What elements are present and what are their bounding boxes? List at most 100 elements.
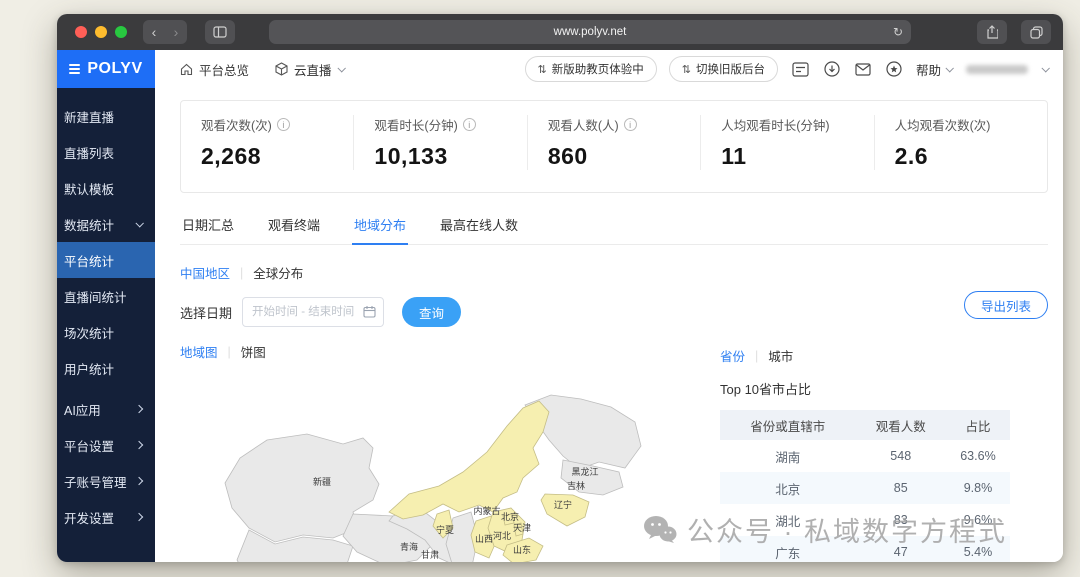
sidebar: 新建直播直播列表默认模板数据统计平台统计直播间统计场次统计用户统计 AI应用平台设… <box>57 88 155 562</box>
sidebar-item-用户统计[interactable]: 用户统计 <box>57 350 155 386</box>
stat-value: 11 <box>721 143 873 170</box>
tab-地域分布[interactable]: 地域分布 <box>352 209 408 245</box>
region-option-全球分布[interactable]: 全球分布 <box>253 263 303 282</box>
table-header: 省份或直辖市 <box>720 410 856 440</box>
download-icon[interactable] <box>824 61 840 77</box>
calendar-icon[interactable] <box>363 305 376 318</box>
sidebar-item-平台统计[interactable]: 平台统计 <box>57 242 155 278</box>
chevron-right-icon <box>135 405 143 413</box>
view-option-饼图[interactable]: 饼图 <box>241 342 266 361</box>
nav-cloud-live[interactable]: 云直播 <box>275 60 344 79</box>
stat-value: 2,268 <box>201 143 353 170</box>
copy-icon <box>1030 26 1043 39</box>
query-button[interactable]: 查询 <box>402 297 461 327</box>
close-window-button[interactable] <box>75 26 87 38</box>
switch-old-console-button[interactable]: ⇅切换旧版后台 <box>669 56 778 82</box>
region-toggle: 中国地区|全球分布 <box>180 263 1048 282</box>
province-label-吉林: 吉林 <box>567 480 585 491</box>
view-option-地域图[interactable]: 地域图 <box>180 342 218 361</box>
chevron-down-icon <box>337 64 345 72</box>
region-option-中国地区[interactable]: 中国地区 <box>180 263 230 282</box>
province-label-宁夏: 宁夏 <box>436 524 454 535</box>
stat-value: 860 <box>548 143 700 170</box>
tabs-bar: 日期汇总观看终端地域分布最高在线人数 <box>180 209 1048 245</box>
export-list-button[interactable]: 导出列表 <box>964 291 1048 319</box>
table-row: 湖南54863.6% <box>720 440 1010 472</box>
info-icon[interactable]: i <box>277 118 290 131</box>
share-button[interactable] <box>977 20 1007 44</box>
chevron-down-icon <box>135 219 143 227</box>
sidebar-item-AI应用[interactable]: AI应用 <box>57 391 155 427</box>
address-bar[interactable]: www.polyv.net ↻ <box>269 20 911 44</box>
stat-card: 观看时长(分钟)i10,133 <box>353 115 526 170</box>
sidebar-toggle-icon <box>213 26 227 38</box>
tab-最高在线人数[interactable]: 最高在线人数 <box>438 209 520 244</box>
zoom-window-button[interactable] <box>115 26 127 38</box>
brand-logo[interactable]: POLYV <box>57 50 155 88</box>
tab-日期汇总[interactable]: 日期汇总 <box>180 209 236 244</box>
sidebar-item-新建直播[interactable]: 新建直播 <box>57 98 155 134</box>
app-header: POLYV 平台总览 云直播 ⇅新版助教页体验中 ⇅切换旧版后台 <box>57 50 1063 88</box>
swap-arrows-icon: ⇅ <box>538 63 547 76</box>
browser-chrome: ‹ › www.polyv.net ↻ <box>57 14 1063 50</box>
minimize-window-button[interactable] <box>95 26 107 38</box>
province-label-天津: 天津 <box>513 523 531 533</box>
service-icon[interactable] <box>886 61 902 77</box>
date-filter-label: 选择日期 <box>180 303 232 322</box>
province-辽宁[interactable] <box>541 494 589 526</box>
browser-window: ‹ › www.polyv.net ↻ <box>57 14 1063 562</box>
china-region-map: 新疆青海甘肃黑龙江吉林内蒙古宁夏山西河北山东辽宁北京天津 <box>195 388 695 562</box>
back-button[interactable]: ‹ <box>143 20 165 44</box>
docs-icon[interactable] <box>792 62 809 77</box>
province-label-北京: 北京 <box>501 511 519 522</box>
forward-button[interactable]: › <box>165 20 187 44</box>
stat-card: 人均观看时长(分钟)11 <box>700 115 873 170</box>
sidebar-item-直播列表[interactable]: 直播列表 <box>57 134 155 170</box>
sidebar-item-平台设置[interactable]: 平台设置 <box>57 427 155 463</box>
province-city-toggle: 省份|城市 <box>720 346 1010 365</box>
share-icon <box>986 25 998 39</box>
top10-table: 省份或直辖市观看人数占比 湖南54863.6%北京859.8%湖北839.6%广… <box>720 410 1010 562</box>
region-table-panel: 省份|城市 Top 10省市占比 省份或直辖市观看人数占比 湖南54863.6%… <box>720 346 1010 562</box>
sidebar-item-数据统计[interactable]: 数据统计 <box>57 206 155 242</box>
province-label-辽宁: 辽宁 <box>554 499 572 510</box>
menu-collapse-icon[interactable] <box>69 64 80 74</box>
stat-value: 2.6 <box>895 143 1047 170</box>
table-row: 湖北839.6% <box>720 504 1010 536</box>
content-area: 观看次数(次)i2,268观看时长(分钟)i10,133观看人数(人)i860人… <box>155 88 1063 562</box>
stat-card: 人均观看次数(次)2.6 <box>874 115 1047 170</box>
sidebar-item-默认模板[interactable]: 默认模板 <box>57 170 155 206</box>
reload-icon[interactable]: ↻ <box>893 25 903 39</box>
info-icon[interactable]: i <box>463 118 476 131</box>
stats-card: 观看次数(次)i2,268观看时长(分钟)i10,133观看人数(人)i860人… <box>180 100 1048 193</box>
help-menu[interactable]: 帮助 <box>916 60 952 79</box>
table-row: 北京859.8% <box>720 472 1010 504</box>
panel-option-省份[interactable]: 省份 <box>720 346 745 365</box>
sidebar-item-开发设置[interactable]: 开发设置 <box>57 499 155 535</box>
sidebar-item-子账号管理[interactable]: 子账号管理 <box>57 463 155 499</box>
tabs-overview-button[interactable] <box>1021 20 1051 44</box>
mail-icon[interactable] <box>855 63 871 76</box>
province-label-河北: 河北 <box>493 530 511 541</box>
tab-观看终端[interactable]: 观看终端 <box>266 209 322 244</box>
nav-platform-overview[interactable]: 平台总览 <box>180 60 249 79</box>
account-name-redacted[interactable] <box>966 65 1028 74</box>
info-icon[interactable]: i <box>624 118 637 131</box>
stat-value: 10,133 <box>374 143 526 170</box>
brand-name: POLYV <box>87 60 142 78</box>
url-text: www.polyv.net <box>554 26 627 38</box>
panel-option-城市[interactable]: 城市 <box>768 346 793 365</box>
chevron-down-icon <box>945 64 953 72</box>
table-header: 观看人数 <box>856 410 946 440</box>
sidebar-toggle-button[interactable] <box>205 20 235 44</box>
province-内蒙古[interactable] <box>389 401 549 519</box>
province-label-黑龙江: 黑龙江 <box>571 466 598 477</box>
swap-arrows-icon: ⇅ <box>682 63 691 76</box>
home-icon <box>180 63 193 76</box>
new-assistant-page-button[interactable]: ⇅新版助教页体验中 <box>525 56 657 82</box>
traffic-lights <box>75 26 127 38</box>
sidebar-item-直播间统计[interactable]: 直播间统计 <box>57 278 155 314</box>
sidebar-item-场次统计[interactable]: 场次统计 <box>57 314 155 350</box>
date-filter-row: 选择日期 查询 导出列表 <box>180 297 1048 327</box>
chevron-right-icon <box>135 441 143 449</box>
